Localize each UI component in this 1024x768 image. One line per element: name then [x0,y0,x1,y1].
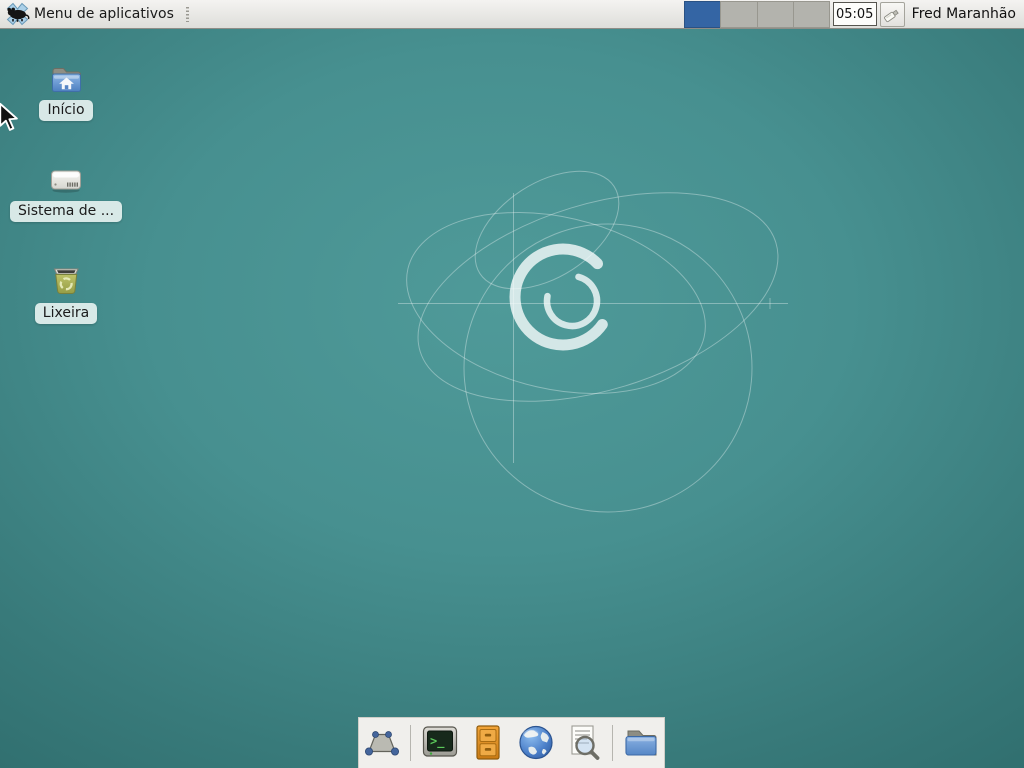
workspace-1[interactable] [684,1,721,28]
filesystem-drive-icon [47,160,85,197]
file-cabinet-icon [466,721,510,765]
applications-menu-button[interactable]: Menu de aplicativos [0,0,180,28]
desktop-icon-filesystem[interactable]: Sistema de ... [18,160,114,222]
clock[interactable]: 05:05 [833,2,877,26]
file-manager-button[interactable] [619,720,664,766]
web-browser-globe-icon [514,721,558,765]
folder-icon [619,721,663,765]
applications-menu-label: Menu de aplicativos [34,6,174,22]
desktop-icon-label: Lixeira [35,303,97,324]
panel-grabber-handle[interactable] [186,7,190,22]
home-folder-icon [47,59,85,96]
dock-separator [410,725,411,761]
dock-separator [612,725,613,761]
workspace-2[interactable] [720,1,757,28]
terminal-button[interactable]: >_ [417,720,462,766]
debian-wallpaper [0,0,1024,768]
top-panel: Menu de aplicativos 05:05 Fred Maranhão [0,0,1024,29]
bottom-dock: >_ [358,717,665,768]
workspace-4[interactable] [793,1,830,28]
terminal-icon: >_ [418,721,462,765]
search-document-icon [562,721,606,765]
show-desktop-icon [360,721,404,765]
application-finder-button[interactable] [561,720,606,766]
debian-swirl [496,230,630,364]
trash-icon [47,262,85,299]
desktop-icon-label: Sistema de ... [10,201,122,222]
desktop-icon-label: Início [39,100,92,121]
desktop-icon-trash[interactable]: Lixeira [18,262,114,324]
desktop-icon-home[interactable]: Início [18,59,114,121]
removable-media-button[interactable] [880,2,905,27]
desktop[interactable]: Menu de aplicativos 05:05 Fred Maranhão [0,0,1024,768]
show-desktop-button[interactable] [359,720,404,766]
usb-drive-icon [882,4,903,25]
session-username[interactable]: Fred Maranhão [912,6,1016,22]
workspace-switcher [684,1,830,28]
terminal-prompt-glyph: >_ [430,734,445,749]
web-browser-button[interactable] [513,720,558,766]
file-cabinet-button[interactable] [465,720,510,766]
workspace-3[interactable] [757,1,794,28]
xfce-logo-icon [5,1,30,27]
